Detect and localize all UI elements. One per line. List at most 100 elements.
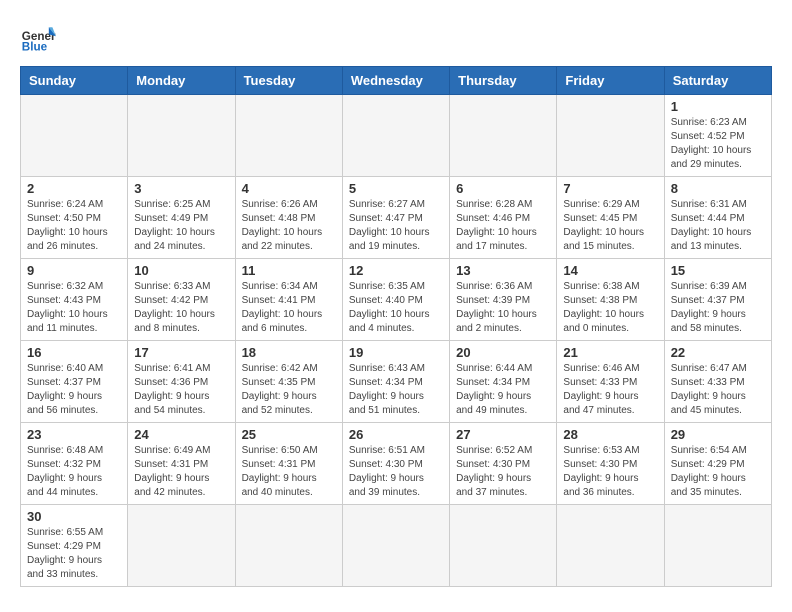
- page-header: General Blue: [20, 20, 772, 56]
- calendar-cell: 1 Sunrise: 6:23 AM Sunset: 4:52 PM Daylig…: [664, 95, 771, 177]
- day-info: Sunrise: 6:39 AM Sunset: 4:37 PM Dayligh…: [671, 280, 765, 336]
- calendar-cell: [342, 505, 449, 587]
- calendar-cell: 22 Sunrise: 6:47 AM Sunset: 4:33 PM Dayli…: [664, 341, 771, 423]
- day-number: 28: [563, 427, 657, 442]
- day-number: 4: [242, 181, 336, 196]
- calendar-cell: 28 Sunrise: 6:53 AM Sunset: 4:30 PM Dayli…: [557, 423, 664, 505]
- calendar-cell: 15 Sunrise: 6:39 AM Sunset: 4:37 PM Dayli…: [664, 259, 771, 341]
- calendar-cell: 10 Sunrise: 6:33 AM Sunset: 4:42 PM Dayli…: [128, 259, 235, 341]
- calendar-cell: [128, 505, 235, 587]
- day-of-week-header: Friday: [557, 67, 664, 95]
- calendar-cell: 14 Sunrise: 6:38 AM Sunset: 4:38 PM Dayli…: [557, 259, 664, 341]
- calendar-cell: 21 Sunrise: 6:46 AM Sunset: 4:33 PM Dayli…: [557, 341, 664, 423]
- day-info: Sunrise: 6:29 AM Sunset: 4:45 PM Dayligh…: [563, 198, 657, 254]
- day-info: Sunrise: 6:41 AM Sunset: 4:36 PM Dayligh…: [134, 362, 228, 418]
- calendar-cell: 24 Sunrise: 6:49 AM Sunset: 4:31 PM Dayli…: [128, 423, 235, 505]
- day-info: Sunrise: 6:55 AM Sunset: 4:29 PM Dayligh…: [27, 526, 121, 582]
- calendar-cell: 13 Sunrise: 6:36 AM Sunset: 4:39 PM Dayli…: [450, 259, 557, 341]
- calendar-cell: [557, 505, 664, 587]
- calendar-week-row: 9 Sunrise: 6:32 AM Sunset: 4:43 PM Daylig…: [21, 259, 772, 341]
- calendar-cell: [235, 505, 342, 587]
- calendar-cell: [664, 505, 771, 587]
- calendar-cell: 3Sunrise: 6:25 AM Sunset: 4:49 PM Daylig…: [128, 177, 235, 259]
- day-number: 1: [671, 99, 765, 114]
- day-info: Sunrise: 6:31 AM Sunset: 4:44 PM Dayligh…: [671, 198, 765, 254]
- day-info: Sunrise: 6:50 AM Sunset: 4:31 PM Dayligh…: [242, 444, 336, 500]
- calendar-cell: 6Sunrise: 6:28 AM Sunset: 4:46 PM Daylig…: [450, 177, 557, 259]
- logo-icon: General Blue: [20, 20, 56, 56]
- day-info: Sunrise: 6:51 AM Sunset: 4:30 PM Dayligh…: [349, 444, 443, 500]
- day-info: Sunrise: 6:53 AM Sunset: 4:30 PM Dayligh…: [563, 444, 657, 500]
- calendar-cell: [557, 95, 664, 177]
- day-number: 23: [27, 427, 121, 442]
- day-number: 15: [671, 263, 765, 278]
- calendar-cell: 17 Sunrise: 6:41 AM Sunset: 4:36 PM Dayli…: [128, 341, 235, 423]
- day-number: 19: [349, 345, 443, 360]
- calendar-cell: 16Sunrise: 6:40 AM Sunset: 4:37 PM Dayli…: [21, 341, 128, 423]
- calendar-week-row: 2Sunrise: 6:24 AM Sunset: 4:50 PM Daylig…: [21, 177, 772, 259]
- calendar-cell: 30 Sunrise: 6:55 AM Sunset: 4:29 PM Dayli…: [21, 505, 128, 587]
- day-of-week-header: Wednesday: [342, 67, 449, 95]
- day-info: Sunrise: 6:46 AM Sunset: 4:33 PM Dayligh…: [563, 362, 657, 418]
- day-number: 5: [349, 181, 443, 196]
- day-number: 26: [349, 427, 443, 442]
- calendar-cell: 5 Sunrise: 6:27 AM Sunset: 4:47 PM Daylig…: [342, 177, 449, 259]
- day-of-week-header: Thursday: [450, 67, 557, 95]
- day-of-week-header: Monday: [128, 67, 235, 95]
- day-number: 30: [27, 509, 121, 524]
- day-number: 14: [563, 263, 657, 278]
- calendar-week-row: 30 Sunrise: 6:55 AM Sunset: 4:29 PM Dayli…: [21, 505, 772, 587]
- calendar-cell: 9 Sunrise: 6:32 AM Sunset: 4:43 PM Daylig…: [21, 259, 128, 341]
- day-info: Sunrise: 6:36 AM Sunset: 4:39 PM Dayligh…: [456, 280, 550, 336]
- day-info: Sunrise: 6:44 AM Sunset: 4:34 PM Dayligh…: [456, 362, 550, 418]
- day-info: Sunrise: 6:34 AM Sunset: 4:41 PM Dayligh…: [242, 280, 336, 336]
- day-number: 29: [671, 427, 765, 442]
- day-info: Sunrise: 6:49 AM Sunset: 4:31 PM Dayligh…: [134, 444, 228, 500]
- calendar-cell: 2Sunrise: 6:24 AM Sunset: 4:50 PM Daylig…: [21, 177, 128, 259]
- calendar-cell: 26 Sunrise: 6:51 AM Sunset: 4:30 PM Dayli…: [342, 423, 449, 505]
- calendar-cell: 11 Sunrise: 6:34 AM Sunset: 4:41 PM Dayli…: [235, 259, 342, 341]
- calendar-cell: [450, 505, 557, 587]
- day-info: Sunrise: 6:23 AM Sunset: 4:52 PM Dayligh…: [671, 116, 765, 172]
- day-info: Sunrise: 6:38 AM Sunset: 4:38 PM Dayligh…: [563, 280, 657, 336]
- day-info: Sunrise: 6:32 AM Sunset: 4:43 PM Dayligh…: [27, 280, 121, 336]
- calendar-week-row: 1 Sunrise: 6:23 AM Sunset: 4:52 PM Daylig…: [21, 95, 772, 177]
- day-info: Sunrise: 6:27 AM Sunset: 4:47 PM Dayligh…: [349, 198, 443, 254]
- calendar-cell: [450, 95, 557, 177]
- day-number: 22: [671, 345, 765, 360]
- day-number: 24: [134, 427, 228, 442]
- day-number: 16: [27, 345, 121, 360]
- day-info: Sunrise: 6:48 AM Sunset: 4:32 PM Dayligh…: [27, 444, 121, 500]
- day-info: Sunrise: 6:42 AM Sunset: 4:35 PM Dayligh…: [242, 362, 336, 418]
- calendar-cell: 25 Sunrise: 6:50 AM Sunset: 4:31 PM Dayli…: [235, 423, 342, 505]
- day-number: 27: [456, 427, 550, 442]
- day-number: 21: [563, 345, 657, 360]
- day-number: 18: [242, 345, 336, 360]
- calendar-header-row: SundayMondayTuesdayWednesdayThursdayFrid…: [21, 67, 772, 95]
- day-number: 12: [349, 263, 443, 278]
- day-info: Sunrise: 6:47 AM Sunset: 4:33 PM Dayligh…: [671, 362, 765, 418]
- calendar: SundayMondayTuesdayWednesdayThursdayFrid…: [20, 66, 772, 587]
- day-number: 17: [134, 345, 228, 360]
- calendar-cell: 23 Sunrise: 6:48 AM Sunset: 4:32 PM Dayli…: [21, 423, 128, 505]
- day-number: 7: [563, 181, 657, 196]
- calendar-week-row: 16Sunrise: 6:40 AM Sunset: 4:37 PM Dayli…: [21, 341, 772, 423]
- calendar-cell: [342, 95, 449, 177]
- calendar-cell: 8Sunrise: 6:31 AM Sunset: 4:44 PM Daylig…: [664, 177, 771, 259]
- calendar-cell: [128, 95, 235, 177]
- calendar-cell: 12Sunrise: 6:35 AM Sunset: 4:40 PM Dayli…: [342, 259, 449, 341]
- day-number: 6: [456, 181, 550, 196]
- day-info: Sunrise: 6:33 AM Sunset: 4:42 PM Dayligh…: [134, 280, 228, 336]
- day-info: Sunrise: 6:54 AM Sunset: 4:29 PM Dayligh…: [671, 444, 765, 500]
- day-number: 3: [134, 181, 228, 196]
- day-of-week-header: Tuesday: [235, 67, 342, 95]
- day-number: 10: [134, 263, 228, 278]
- day-number: 9: [27, 263, 121, 278]
- day-number: 25: [242, 427, 336, 442]
- calendar-cell: 27Sunrise: 6:52 AM Sunset: 4:30 PM Dayli…: [450, 423, 557, 505]
- day-number: 11: [242, 263, 336, 278]
- calendar-cell: 18 Sunrise: 6:42 AM Sunset: 4:35 PM Dayli…: [235, 341, 342, 423]
- day-info: Sunrise: 6:26 AM Sunset: 4:48 PM Dayligh…: [242, 198, 336, 254]
- svg-text:Blue: Blue: [22, 41, 48, 54]
- day-number: 13: [456, 263, 550, 278]
